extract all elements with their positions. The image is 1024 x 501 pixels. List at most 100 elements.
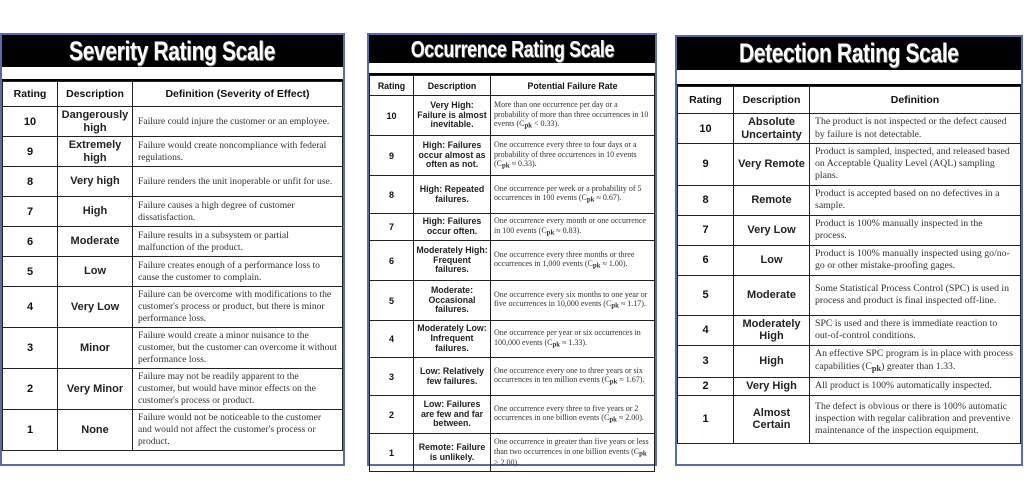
rating-cell: 3 (677, 344, 734, 378)
rating-cell: 9 (369, 135, 414, 176)
description-cell: High: Failures occur often. (413, 213, 491, 241)
table-row: 8 Remote Product is accepted based on no d… (677, 184, 1021, 216)
table-header-row: Rating Description Definition (Severity … (2, 81, 343, 107)
description-cell: Very Low (733, 214, 810, 246)
table-row: 6 Moderate Failure results in a subsystem … (2, 226, 343, 257)
table-row: 8 Very high Failure renders the unit inope… (2, 166, 343, 197)
description-cell: Extremely high (57, 136, 133, 167)
rating-cell: 6 (677, 244, 734, 276)
description-cell: Very Remote (733, 143, 810, 186)
description-cell: Moderately High: Frequent failures. (413, 240, 491, 281)
description-cell: High (57, 196, 133, 227)
table-row: 9 Extremely high Failure would create nonc… (2, 136, 343, 167)
table-row: 9 Very Remote Product is sampled, inspecte… (677, 143, 1021, 186)
description-cell: High: Failures occur almost as often as … (413, 135, 491, 176)
rating-cell: 7 (2, 196, 58, 227)
header-definition: Definition (Severity of Effect) (132, 81, 343, 107)
rating-cell: 6 (369, 240, 414, 281)
definition-cell: Failure would create a minor nuisance to… (132, 326, 343, 369)
definition-cell: SPC is used and there is immediate react… (809, 314, 1021, 346)
table-header-row: Rating Description Potential Failure Rat… (369, 75, 655, 96)
rating-cell: 5 (677, 274, 734, 316)
definition-cell: Failure would create noncompliance with … (132, 136, 343, 167)
description-cell: Moderate (57, 226, 133, 257)
definition-cell: One occurrence every three months or thr… (490, 240, 655, 281)
table-row: 2 Low: Failures are few and far between. O… (369, 395, 655, 434)
header-description: Description (57, 81, 133, 107)
occurrence-rating-panel: Occurrence Rating Scale Rating Descripti… (367, 33, 657, 472)
definition-cell: Failure causes a high degree of customer… (132, 196, 343, 227)
description-cell: None (57, 408, 133, 451)
occurrence-title-bar: Occurrence Rating Scale (369, 35, 655, 63)
detection-table: Rating Description Definition 10 Absolute… (677, 86, 1021, 444)
table-row: 1 None Failure would not be noticeable to … (2, 408, 343, 451)
description-cell: Moderately High (733, 314, 810, 346)
header-description: Description (413, 75, 491, 96)
rating-cell: 2 (369, 395, 414, 434)
rating-cell: 8 (677, 184, 734, 216)
header-potential-failure-rate: Potential Failure Rate (490, 75, 655, 96)
severity-title: Severity Rating Scale (69, 36, 276, 66)
rating-cell: 10 (2, 106, 58, 137)
definition-cell: More than one occurrence per day or a pr… (490, 95, 655, 136)
table-row: 7 High Failure causes a high degree of cus… (2, 196, 343, 227)
table-row: 10 Absolute Uncertainty The product is not… (677, 113, 1021, 144)
rating-cell: 1 (677, 394, 734, 444)
definition-cell: Failure creates enough of a performance … (132, 256, 343, 287)
occurrence-table-body: 10 Very High: Failure is almost inevitabl… (369, 95, 655, 472)
rating-cell: 3 (369, 357, 414, 396)
table-row: 9 High: Failures occur almost as often as… (369, 135, 655, 176)
header-description: Description (733, 86, 810, 114)
table-row: 6 Low Product is 100% manually inspected u… (677, 244, 1021, 276)
detection-title-bar: Detection Rating Scale (677, 37, 1021, 70)
rating-cell: 9 (677, 143, 734, 186)
rating-cell: 5 (2, 256, 58, 287)
definition-cell: One occurrence per week or a probability… (490, 175, 655, 214)
title-spacer (2, 67, 343, 81)
severity-table: Rating Description Definition (Severity … (2, 81, 343, 451)
definition-cell: Product is sampled, inspected, and relea… (809, 143, 1021, 186)
definition-cell: The defect is obvious or there is 100% a… (809, 394, 1021, 444)
table-row: 4 Moderately Low: Infrequent failures. One… (369, 320, 655, 358)
detection-rating-panel: Detection Rating Scale Rating Descriptio… (675, 35, 1023, 466)
table-row: 5 Moderate: Occasional failures. One occur… (369, 280, 655, 321)
rating-cell: 6 (2, 226, 58, 257)
header-rating: Rating (2, 81, 58, 107)
description-cell: Very Minor (57, 367, 133, 410)
severity-title-bar: Severity Rating Scale (2, 35, 343, 67)
definition-cell: The product is not inspected or the defe… (809, 113, 1021, 144)
occurrence-title: Occurrence Rating Scale (410, 36, 614, 62)
severity-table-body: 10 Dangerously high Failure could injure t… (2, 106, 343, 451)
description-cell: Low: Failures are few and far between. (413, 395, 491, 434)
definition-cell: One occurrence every three to four days … (490, 135, 655, 176)
rating-cell: 1 (369, 433, 414, 472)
definition-cell: One occurrence every three to five years… (490, 395, 655, 434)
description-cell: Very Low (57, 286, 133, 328)
header-rating: Rating (677, 86, 734, 114)
title-spacer (369, 63, 655, 75)
definition-cell: Some Statistical Process Control (SPC) i… (809, 274, 1021, 316)
description-cell: Moderately Low: Infrequent failures. (413, 320, 491, 358)
definition-cell: One occurrence every month or one occurr… (490, 213, 655, 241)
rating-cell: 8 (2, 166, 58, 197)
table-row: 8 High: Repeated failures. One occurrence … (369, 175, 655, 214)
definition-cell: One occurrence in greater than five year… (490, 433, 655, 472)
rating-cell: 4 (2, 286, 58, 328)
table-row: 4 Very Low Failure can be overcome with mo… (2, 286, 343, 328)
rating-cell: 9 (2, 136, 58, 167)
table-row: 3 Low: Relatively few failures. One occurr… (369, 357, 655, 396)
definition-cell: Failure renders the unit inoperable or u… (132, 166, 343, 197)
definition-cell: Failure may not be readily apparent to t… (132, 367, 343, 410)
definition-cell: Failure would not be noticeable to the c… (132, 408, 343, 451)
description-cell: Moderate: Occasional failures. (413, 280, 491, 321)
rating-cell: 10 (677, 113, 734, 144)
table-row: 2 Very High All product is 100% automatica… (677, 376, 1021, 396)
definition-cell: Product is 100% manually inspected using… (809, 244, 1021, 276)
description-cell: Low: Relatively few failures. (413, 357, 491, 396)
definition-cell: Failure could injure the customer or an … (132, 106, 343, 137)
definition-cell: Failure results in a subsystem or partia… (132, 226, 343, 257)
table-row: 10 Very High: Failure is almost inevitabl… (369, 95, 655, 136)
table-row: 7 High: Failures occur often. One occurren… (369, 213, 655, 241)
description-cell: Very High (733, 376, 810, 396)
occurrence-table: Rating Description Potential Failure Rat… (369, 75, 655, 472)
